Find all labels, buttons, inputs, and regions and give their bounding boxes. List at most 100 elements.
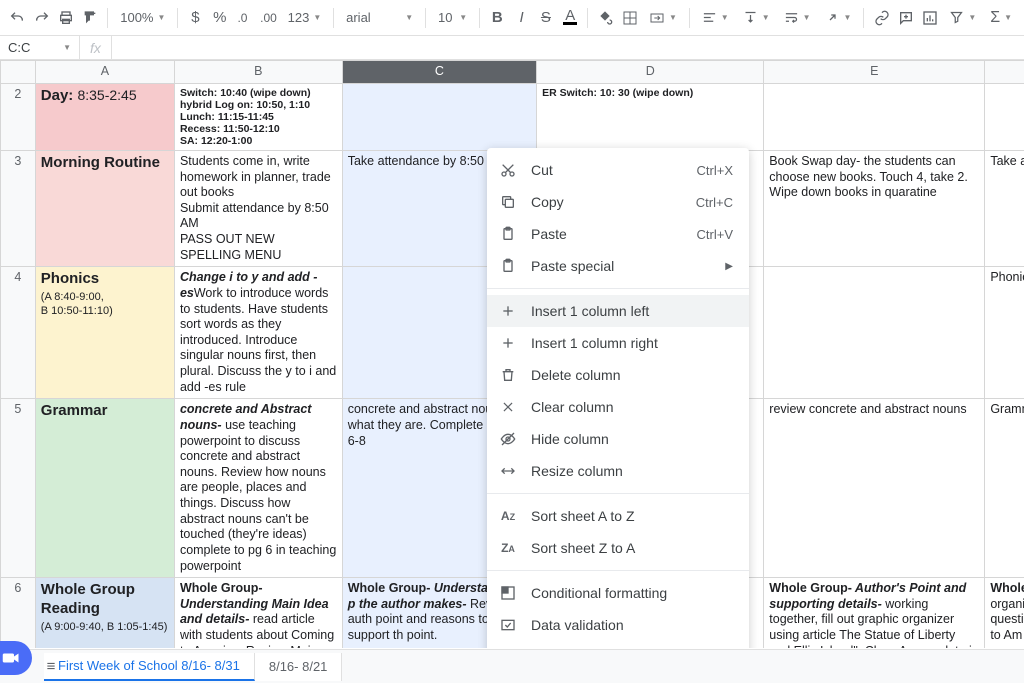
currency-button[interactable]: $ (184, 5, 206, 31)
context-menu-item[interactable]: Resize column (487, 455, 749, 487)
context-menu-item[interactable]: Column stats (487, 641, 749, 648)
cell[interactable]: Whole Group supporting a organizer fro c… (985, 578, 1024, 648)
cell[interactable]: Whole Group- Author's Point and supporti… (764, 578, 985, 648)
insert-chart-button[interactable] (919, 5, 941, 31)
h-align-button[interactable]: ▼ (696, 6, 735, 30)
select-all-cell[interactable] (1, 61, 36, 84)
all-sheets-button[interactable]: ≡ (38, 654, 64, 680)
sheet-tab-active[interactable]: First Week of School 8/16- 8/31 (44, 653, 255, 681)
cell[interactable]: Morning Routine (35, 150, 174, 266)
context-menu-item[interactable]: Clear column (487, 391, 749, 423)
resize-icon (499, 462, 517, 480)
paint-format-button[interactable] (79, 5, 101, 31)
functions-button[interactable]: Σ▼ (984, 6, 1018, 30)
cell[interactable]: Day: 8:35-2:45 (35, 83, 174, 150)
cell[interactable]: Take attenda (985, 150, 1024, 266)
cell[interactable]: Whole Group- Understanding Main Idea and… (174, 578, 342, 648)
context-menu-item[interactable]: Cut Ctrl+X (487, 154, 749, 186)
main-toolbar: 100%▼ $ % .0 .00 123▼ arial▼ 10▼ B I S A… (0, 0, 1024, 36)
sheet-tabs-bar: + ≡ First Week of School 8/16- 8/31 8/16… (0, 649, 1024, 683)
col-header-b[interactable]: B (174, 61, 342, 84)
col-header-f[interactable]: F (985, 61, 1024, 84)
context-menu-item[interactable]: AZ Sort sheet A to Z (487, 500, 749, 532)
col-header-d[interactable]: D (537, 61, 764, 84)
borders-button[interactable] (619, 5, 641, 31)
paste-icon (499, 257, 517, 275)
cut-icon (499, 161, 517, 179)
text-rotation-button[interactable]: ▼ (819, 6, 858, 30)
col-header-e[interactable]: E (764, 61, 985, 84)
context-menu-item[interactable]: ZA Sort sheet Z to A (487, 532, 749, 564)
fx-icon: fx (80, 36, 112, 59)
strikethrough-button[interactable]: S (535, 5, 557, 31)
valid-icon (499, 616, 517, 634)
trash-icon (499, 366, 517, 384)
insert-link-button[interactable] (870, 5, 892, 31)
row-header[interactable]: 3 (1, 150, 36, 266)
cond-icon (499, 584, 517, 602)
context-menu-item[interactable]: Copy Ctrl+C (487, 186, 749, 218)
font-select[interactable]: arial▼ (340, 6, 419, 30)
cell[interactable]: Students come in, write homework in plan… (174, 150, 342, 266)
inc-decimal-button[interactable]: .00 (257, 5, 279, 31)
col-header-a[interactable]: A (35, 61, 174, 84)
filter-button[interactable]: ▼ (943, 6, 982, 30)
cell[interactable]: ER Switch: 10: 30 (wipe down) (537, 83, 764, 150)
row-header[interactable]: 4 (1, 267, 36, 399)
redo-button[interactable] (30, 5, 52, 31)
print-button[interactable] (55, 5, 77, 31)
cell[interactable]: Book Swap day- the students can choose n… (764, 150, 985, 266)
formula-bar-row: C:C▼ fx (0, 36, 1024, 60)
cell[interactable]: Phonics(A 8:40-9:00,B 10:50-11:10) (35, 267, 174, 399)
zoom-select[interactable]: 100%▼ (114, 6, 171, 30)
cell[interactable] (985, 83, 1024, 150)
italic-button[interactable]: I (510, 5, 532, 31)
eye-icon (499, 430, 517, 448)
paste-icon (499, 225, 517, 243)
context-menu-item[interactable]: Hide column (487, 423, 749, 455)
sortza-icon: ZA (499, 539, 517, 557)
row-header[interactable]: 5 (1, 399, 36, 578)
context-menu-item[interactable]: Data validation (487, 609, 749, 641)
cell[interactable]: Grammar (35, 399, 174, 578)
row-header[interactable]: 6 (1, 578, 36, 648)
sheet-tab[interactable]: 8/16- 8/21 (255, 653, 343, 681)
text-color-button[interactable]: A (559, 5, 581, 31)
cell[interactable]: review concrete and abstract nouns (764, 399, 985, 578)
cell[interactable]: concrete and Abstract nouns- use teachin… (174, 399, 342, 578)
cell[interactable] (764, 83, 985, 150)
cell[interactable]: Grammar as (985, 399, 1024, 578)
font-size-select[interactable]: 10▼ (432, 6, 473, 30)
x-icon (499, 398, 517, 416)
formula-input[interactable] (112, 36, 1024, 59)
cell[interactable]: Whole Group Reading(A 9:00-9:40, B 1:05-… (35, 578, 174, 648)
cell[interactable]: Switch: 10:40 (wipe down)hybrid Log on: … (174, 83, 342, 150)
name-box[interactable]: C:C▼ (0, 36, 80, 59)
merge-button[interactable]: ▼ (643, 6, 683, 30)
plus-icon (499, 302, 517, 320)
cell[interactable]: Phonics asse (985, 267, 1024, 399)
spreadsheet-grid[interactable]: A B C D E F 2Day: 8:35-2:45Switch: 10:40… (0, 60, 1024, 648)
col-header-c[interactable]: C (342, 61, 536, 84)
cell[interactable]: Change i to y and add -esWork to introdu… (174, 267, 342, 399)
copy-icon (499, 193, 517, 211)
undo-button[interactable] (6, 5, 28, 31)
fill-color-button[interactable] (594, 5, 616, 31)
context-menu-item[interactable]: Paste special ▶ (487, 250, 749, 282)
cell[interactable] (764, 267, 985, 399)
text-wrap-button[interactable]: ▼ (778, 6, 817, 30)
context-menu-item[interactable]: Insert 1 column left (487, 295, 749, 327)
plus-icon (499, 334, 517, 352)
context-menu-item[interactable]: Insert 1 column right (487, 327, 749, 359)
v-align-button[interactable]: ▼ (737, 6, 776, 30)
percent-button[interactable]: % (209, 5, 231, 31)
cell[interactable] (342, 83, 536, 150)
insert-comment-button[interactable] (895, 5, 917, 31)
bold-button[interactable]: B (486, 5, 508, 31)
context-menu-item[interactable]: Conditional formatting (487, 577, 749, 609)
context-menu-item[interactable]: Paste Ctrl+V (487, 218, 749, 250)
more-formats-select[interactable]: 123▼ (282, 6, 328, 30)
row-header[interactable]: 2 (1, 83, 36, 150)
context-menu-item[interactable]: Delete column (487, 359, 749, 391)
dec-decimal-button[interactable]: .0 (233, 5, 255, 31)
